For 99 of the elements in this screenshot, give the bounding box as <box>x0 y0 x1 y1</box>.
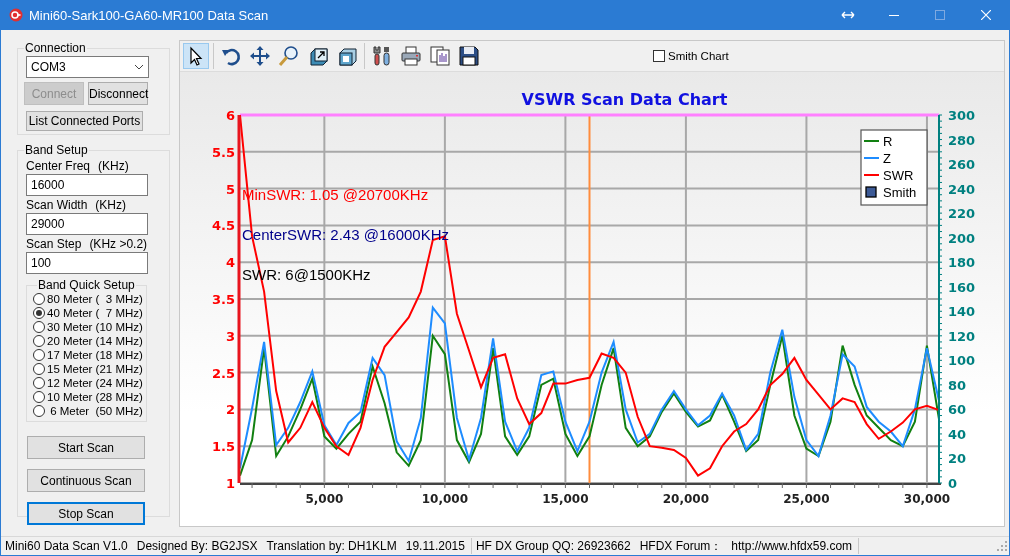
search-icon <box>278 45 300 67</box>
status-text: HF DX Group QQ: 26923662 <box>475 539 631 553</box>
legend-label: R <box>883 134 893 149</box>
unit-label: (KHz) <box>98 159 129 173</box>
status-text: http://www.hfdx59.com <box>731 539 853 553</box>
group-title: Connection <box>24 41 87 55</box>
status-text: 19.11.2015 <box>405 539 465 553</box>
unit-label: (KHz) <box>95 198 127 212</box>
x-tick-label: 15,000 <box>542 492 589 506</box>
wrench-icon <box>371 45 393 67</box>
legend-label: Smith <box>883 185 917 200</box>
input-field[interactable]: 100 <box>26 252 148 274</box>
resize-arrows-icon <box>841 11 855 19</box>
radio-label[interactable]: 10 Meter (28 MHz) <box>47 391 143 403</box>
y2-tick-label: 160 <box>948 279 976 295</box>
y-tick-label: 4 <box>225 255 235 271</box>
radio-button[interactable] <box>33 321 45 333</box>
y2-tick-label: 60 <box>948 402 967 418</box>
radio-button[interactable] <box>33 377 45 389</box>
documents-icon <box>429 45 451 67</box>
printer-icon <box>400 45 422 67</box>
toolbar-button[interactable] <box>456 43 482 69</box>
radio-button[interactable] <box>33 293 45 305</box>
scan-button[interactable]: Start Scan <box>27 436 145 459</box>
radio-button[interactable] <box>33 307 45 319</box>
unit-label: (KHz >0.2) <box>89 237 148 251</box>
y-tick-label: 2 <box>225 402 235 418</box>
radio-button[interactable] <box>33 335 45 347</box>
radio-label[interactable]: 17 Meter (18 MHz) <box>47 349 143 361</box>
group-title: Band Quick Setup <box>37 278 136 292</box>
y2-tick-label: 260 <box>948 157 976 173</box>
status-text: Translation by: DH1KLM <box>266 539 397 553</box>
radio-button[interactable] <box>33 405 45 417</box>
y2-tick-label: 220 <box>948 206 976 222</box>
toolbar-button[interactable] <box>183 43 209 69</box>
y-tick-label: 3.5 <box>211 292 235 307</box>
maximize-icon <box>935 10 945 20</box>
field-label: Scan Width <box>26 198 88 212</box>
radio-label[interactable]: 30 Meter (10 MHz) <box>47 321 143 333</box>
connection-button[interactable]: Disconnect <box>88 82 148 105</box>
y-tick-label: 3 <box>225 328 235 344</box>
scan-button[interactable]: Stop Scan <box>27 502 145 525</box>
radio-label[interactable]: 40 Meter ( 7 MHz) <box>47 307 143 319</box>
y2-tick-label: 120 <box>948 328 976 344</box>
checkbox-label[interactable]: Smith Chart <box>668 50 729 62</box>
move-icon <box>249 45 271 67</box>
radio-button[interactable] <box>33 363 45 375</box>
radio-label[interactable]: 6 Meter (50 MHz) <box>47 405 143 417</box>
group-title: Band Setup <box>24 143 89 157</box>
y2-tick-label: 100 <box>948 353 976 369</box>
y-tick-label: 1 <box>225 476 235 491</box>
y-tick-label: 6 <box>225 108 235 123</box>
y2-tick-label: 20 <box>948 451 967 467</box>
y2-tick-label: 140 <box>948 304 976 320</box>
y-tick-label: 4.5 <box>211 218 235 234</box>
field-label: Scan Step <box>26 237 82 251</box>
y2-tick-label: 200 <box>948 230 976 246</box>
status-text: HFDX Forum： <box>639 537 723 555</box>
x-tick-label: 5,000 <box>305 492 344 506</box>
y2-tick-label: 240 <box>948 181 976 197</box>
checkbox[interactable] <box>653 50 665 62</box>
y-tick-label: 5 <box>225 181 235 197</box>
field-label: Center Freq <box>26 159 91 173</box>
status-text: Designed By: BG2JSX <box>136 539 258 553</box>
close-icon <box>981 10 991 20</box>
y2-tick-label: 180 <box>948 255 976 271</box>
input-field[interactable]: 29000 <box>26 213 148 235</box>
chevron-down-icon <box>134 64 144 70</box>
radio-label[interactable]: 15 Meter (21 MHz) <box>47 363 143 375</box>
port-dropdown[interactable]: COM3 <box>26 56 149 78</box>
app-logo-icon <box>9 8 23 22</box>
x-tick-label: 25,000 <box>783 492 830 506</box>
y-tick-label: 2.5 <box>211 365 235 381</box>
x-tick-label: 30,000 <box>903 492 951 506</box>
radio-button[interactable] <box>33 391 45 403</box>
radio-label[interactable]: 20 Meter (14 MHz) <box>47 335 143 347</box>
scan-button[interactable]: Continuous Scan <box>27 469 145 492</box>
y-tick-label: 1.5 <box>211 439 235 455</box>
x-tick-label: 10,000 <box>421 492 469 506</box>
cube-icon <box>336 45 358 67</box>
chart-title: VSWR Scan Data Chart <box>521 90 728 109</box>
y2-tick-label: 40 <box>948 426 967 442</box>
y-tick-label: 5.5 <box>211 144 235 160</box>
input-field[interactable]: 16000 <box>26 174 148 196</box>
y2-tick-label: 0 <box>948 476 958 491</box>
legend-label: Z <box>883 151 891 166</box>
resize-grip-icon <box>997 541 1007 551</box>
radio-label[interactable]: 80 Meter ( 3 MHz) <box>47 293 143 305</box>
box-arrow-icon <box>307 45 329 67</box>
radio-button[interactable] <box>33 349 45 361</box>
status-text: Mini60 Data Scan V1.0 <box>5 539 128 553</box>
y2-tick-label: 300 <box>948 108 976 123</box>
window-title: Mini60-Sark100-GA60-MR100 Data Scan <box>29 7 270 23</box>
y2-tick-label: 80 <box>948 377 967 393</box>
y2-tick-label: 280 <box>948 132 976 148</box>
radio-label[interactable]: 12 Meter (24 MHz) <box>47 377 143 389</box>
x-tick-label: 20,000 <box>662 492 710 506</box>
list-ports-button[interactable]: List Connected Ports <box>26 111 143 131</box>
legend-label: SWR <box>883 168 914 183</box>
